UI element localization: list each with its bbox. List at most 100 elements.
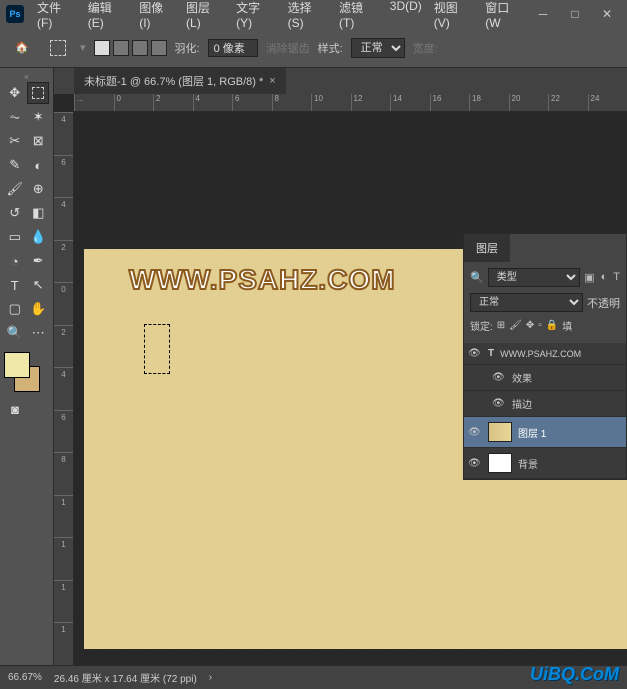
fill-label: 填 [562,318,572,333]
layer-name: WWW.PSAHZ.COM [500,349,581,359]
new-selection-icon[interactable] [94,40,110,56]
close-button[interactable]: ✕ [593,4,621,24]
zoom-tool[interactable]: 🔍 [4,322,26,344]
visibility-toggle[interactable]: 👁 [468,427,482,438]
lock-all-icon[interactable]: ⊞ [497,320,505,331]
quickmask-button[interactable]: ◙ [4,398,26,420]
filter-pixel-icon[interactable]: ▣ [584,271,594,284]
filter-adjust-icon[interactable]: ◐ [601,271,608,284]
menubar: 文件(F) 编辑(E) 图像(I) 图层(L) 文字(Y) 选择(S) 滤镜(T… [32,0,529,34]
ruler-vertical: 4642024681111 [54,112,74,665]
fx-label: 效果 [512,370,532,385]
document-dimensions[interactable]: 26.46 厘米 x 17.64 厘米 (72 ppi) [54,670,197,685]
home-button[interactable]: 🏠 [8,34,36,62]
clone-tool[interactable]: ⊕ [28,178,50,200]
document-tab-title: 未标题-1 @ 66.7% (图层 1, RGB/8) * [84,73,263,89]
options-bar: 🏠 ▾ 羽化: 消除锯齿 样式: 正常 宽度: [0,28,627,68]
blur-tool[interactable]: 💧 [28,226,50,248]
filter-type-icon[interactable]: T [613,271,620,284]
frame-tool[interactable]: ⊠ [28,130,50,152]
layer-fx-stroke[interactable]: 👁 描边 [464,391,626,417]
marquee-tool[interactable] [27,82,49,104]
menu-select[interactable]: 选择(S) [283,0,332,34]
lock-artboard-icon[interactable]: ▫ [538,320,542,331]
selection-marquee [144,324,170,374]
layer-item-1[interactable]: 👁 图层 1 [464,417,626,448]
path-select-tool[interactable]: ↖ [28,274,50,296]
visibility-toggle[interactable]: 👁 [492,398,506,409]
move-tool[interactable]: ✥ [4,82,25,104]
shape-tool[interactable]: ▢ [4,298,26,320]
layer-thumbnail[interactable] [488,453,512,473]
layer-filter-select[interactable]: 类型 [488,268,581,287]
layer-item-text[interactable]: 👁 T WWW.PSAHZ.COM [464,343,626,365]
lock-position-icon[interactable]: ✥ [526,320,534,331]
type-layer-icon: T [488,348,494,359]
edit-toolbar[interactable]: ⋯ [28,322,50,344]
stroke-label: 描边 [512,396,532,411]
width-label: 宽度: [413,40,438,56]
intersect-selection-icon[interactable] [151,40,167,56]
document-tab[interactable]: 未标题-1 @ 66.7% (图层 1, RGB/8) * × [74,68,286,94]
chevron-right-icon[interactable]: › [209,672,212,683]
menu-file[interactable]: 文件(F) [32,0,81,34]
style-label: 样式: [318,40,343,56]
zoom-level[interactable]: 66.67% [8,672,42,683]
watermark: UiBQ.CoM [530,664,619,685]
tab-close-icon[interactable]: × [269,75,275,87]
menu-filter[interactable]: 滤镜(T) [334,0,383,34]
dodge-tool[interactable]: ◔ [4,250,26,272]
heal-tool[interactable]: ◐ [28,154,50,176]
subtract-selection-icon[interactable] [132,40,148,56]
style-select[interactable]: 正常 [351,38,405,58]
lasso-tool[interactable]: ⏦ [4,106,26,128]
titlebar: Ps 文件(F) 编辑(E) 图像(I) 图层(L) 文字(Y) 选择(S) 滤… [0,0,627,28]
visibility-toggle[interactable]: 👁 [468,348,482,359]
layer-fx-group[interactable]: 👁 效果 [464,365,626,391]
layers-panel-tab[interactable]: 图层 [464,234,510,262]
menu-layer[interactable]: 图层(L) [181,0,229,34]
toolbox-collapse[interactable]: « [4,72,49,82]
menu-image[interactable]: 图像(I) [134,0,179,34]
color-swatches[interactable] [4,352,44,392]
layer-name: 背景 [518,456,538,471]
hand-tool[interactable]: ✋ [28,298,50,320]
layers-panel[interactable]: 图层 🔍 类型 ▣ ◐ T 正常 不透明 锁定: ⊞ 🖌 ✥ ▫ 🔒 填 👁 [463,233,627,480]
visibility-toggle[interactable]: 👁 [492,372,506,383]
visibility-toggle[interactable]: 👁 [468,458,482,469]
opacity-label: 不透明 [587,295,620,311]
gradient-tool[interactable]: ▭ [4,226,26,248]
brush-tool[interactable]: 🖌 [4,178,26,200]
menu-3d[interactable]: 3D(D) [385,0,427,34]
foreground-color[interactable] [4,352,30,378]
app-logo: Ps [6,5,24,23]
feather-input[interactable] [208,39,258,57]
layer-name: 图层 1 [518,425,546,440]
menu-view[interactable]: 视图(V) [429,0,478,34]
maximize-button[interactable]: □ [561,4,589,24]
document-tab-bar: « 未标题-1 @ 66.7% (图层 1, RGB/8) * × [54,68,627,94]
menu-edit[interactable]: 编辑(E) [83,0,132,34]
add-selection-icon[interactable] [113,40,129,56]
search-icon[interactable]: 🔍 [470,271,484,284]
ruler-horizontal: ...024681012141618202224 [74,94,627,112]
history-brush-tool[interactable]: ↺ [4,202,26,224]
menu-window[interactable]: 窗口(W [480,0,529,34]
layer-thumbnail[interactable] [488,422,512,442]
menu-type[interactable]: 文字(Y) [231,0,280,34]
crop-tool[interactable]: ✂ [4,130,26,152]
type-tool[interactable]: T [4,274,26,296]
marquee-tool-indicator[interactable] [44,34,72,62]
eyedropper-tool[interactable]: ✎ [4,154,26,176]
pen-tool[interactable]: ✒ [28,250,50,272]
lock-icon[interactable]: 🔒 [546,320,558,331]
minimize-button[interactable]: ─ [529,4,557,24]
magic-wand-tool[interactable]: ✶ [28,106,50,128]
blend-mode-select[interactable]: 正常 [470,293,583,312]
layer-item-background[interactable]: 👁 背景 [464,448,626,479]
selection-mode-buttons[interactable] [94,40,167,56]
eraser-tool[interactable]: ◧ [28,202,50,224]
canvas-text-layer: WWW.PSAHZ.COM [129,264,396,296]
lock-pixels-icon[interactable]: 🖌 [509,320,522,331]
window-controls: ─ □ ✕ [529,4,621,24]
